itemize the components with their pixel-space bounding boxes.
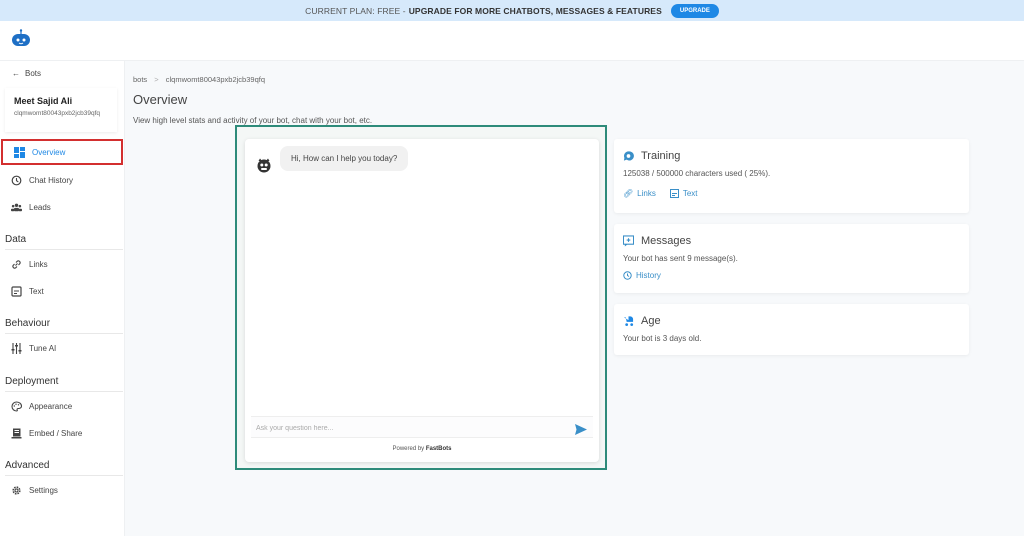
send-icon[interactable] [575,422,587,440]
link-label: Text [682,189,698,198]
powered-by-brand[interactable]: FastBots [426,446,452,452]
bot-name: Meet Sajid Ali [14,96,73,106]
text-file-icon [669,189,679,198]
chat-input[interactable] [251,418,551,439]
messages-count-text: Your bot has sent 9 message(s). [623,254,738,263]
training-card: Training 125038 / 500000 characters used… [614,139,969,213]
sidebar-item-appearance[interactable]: Appearance [0,393,124,419]
upgrade-text: UPGRADE FOR MORE CHATBOTS, MESSAGES & FE… [408,5,662,16]
sidebar-item-settings[interactable]: Settings [0,477,124,503]
chat-widget: Hi, How can I help you today? Powered by… [245,139,599,462]
breadcrumb-root[interactable]: bots [133,75,147,84]
gear-icon [11,485,22,496]
section-advanced: Advanced [5,460,123,476]
link-icon [11,259,22,270]
sidebar-item-tune-ai[interactable]: Tune AI [0,335,124,361]
sidebar-item-embed-share[interactable]: Embed / Share [0,420,124,446]
powered-by-text: Powered by [392,446,425,452]
training-usage-text: 125038 / 500000 characters used ( 25%). [623,169,771,178]
back-to-bots-link[interactable]: ← Bots [12,69,41,78]
training-title: Training [641,150,681,162]
link-label: Links [637,189,656,198]
training-links-link[interactable]: 🔗︎ Links [623,189,656,198]
messages-title: Messages [641,235,692,247]
bot-info-card: Meet Sajid Ali clqmwomt80043pxb2jcb39qfq [5,88,117,132]
bot-greeting-message: Hi, How can I help you today? [280,146,409,171]
upgrade-banner: CURRENT PLAN: FREE - UPGRADE FOR MORE CH… [0,0,1024,21]
messages-card: Messages Your bot has sent 9 message(s).… [614,224,969,293]
sliders-icon [11,342,22,354]
top-bar [0,21,1024,61]
breadcrumb-separator: > [154,75,159,84]
text-file-icon [11,285,22,297]
age-text: Your bot is 3 days old. [623,334,702,343]
sidebar-item-links[interactable]: Links [0,251,124,277]
chat-preview-frame: Hi, How can I help you today? Powered by… [235,125,607,470]
fastbots-logo-icon[interactable] [10,29,32,54]
age-title: Age [641,315,661,327]
section-deployment: Deployment [5,376,123,392]
sidebar-item-chat-history[interactable]: Chat History [0,167,124,193]
sidebar-item-leads[interactable]: Leads [0,194,124,220]
sidebar-item-label: Leads [29,202,51,212]
message-icon [623,235,634,247]
dashboard-icon [14,146,25,158]
bot-id: clqmwomt80043pxb2jcb39qfq [14,110,100,117]
brain-icon [623,151,634,162]
page-subtitle: View high level stats and activity of yo… [133,116,373,125]
section-data: Data [5,234,123,250]
breadcrumb-current: clqmwomt80043pxb2jcb39qfq [165,75,265,84]
palette-icon [11,400,22,412]
section-behaviour: Behaviour [5,318,123,334]
bot-avatar-icon [256,157,272,178]
sidebar-item-label: Text [29,286,44,296]
sidebar-item-label: Tune AI [29,343,57,353]
stroller-icon [623,316,634,327]
breadcrumb: bots > clqmwomt80043pxb2jcb39qfq [133,75,265,84]
chat-input-row [251,416,593,440]
link-icon: 🔗︎ [623,189,634,198]
sidebar-item-label: Embed / Share [29,428,83,438]
page-title: Overview [133,92,188,107]
history-icon [623,271,632,280]
sidebar-item-label: Chat History [29,175,74,185]
sidebar-item-label: Links [29,259,48,269]
sidebar-item-overview[interactable]: Overview [1,139,123,165]
back-label: Bots [25,69,42,78]
sidebar-item-text[interactable]: Text [0,278,124,304]
messages-history-link[interactable]: History [623,271,661,280]
upgrade-button[interactable]: UPGRADE [670,3,719,18]
link-label: History [636,271,661,280]
sidebar: ← Bots Meet Sajid Ali clqmwomt80043pxb2j… [0,61,125,536]
sidebar-item-label: Settings [29,485,58,495]
plan-text: CURRENT PLAN: FREE - [305,5,406,16]
training-text-link[interactable]: Text [669,189,698,198]
age-card: Age Your bot is 3 days old. [614,304,969,355]
sidebar-item-label: Overview [32,147,66,157]
people-icon [11,202,22,213]
history-icon [11,175,22,186]
embed-icon [11,428,22,439]
arrow-left-icon: ← [12,69,20,78]
sidebar-item-label: Appearance [29,401,73,411]
powered-by: Powered by FastBots [245,446,599,452]
